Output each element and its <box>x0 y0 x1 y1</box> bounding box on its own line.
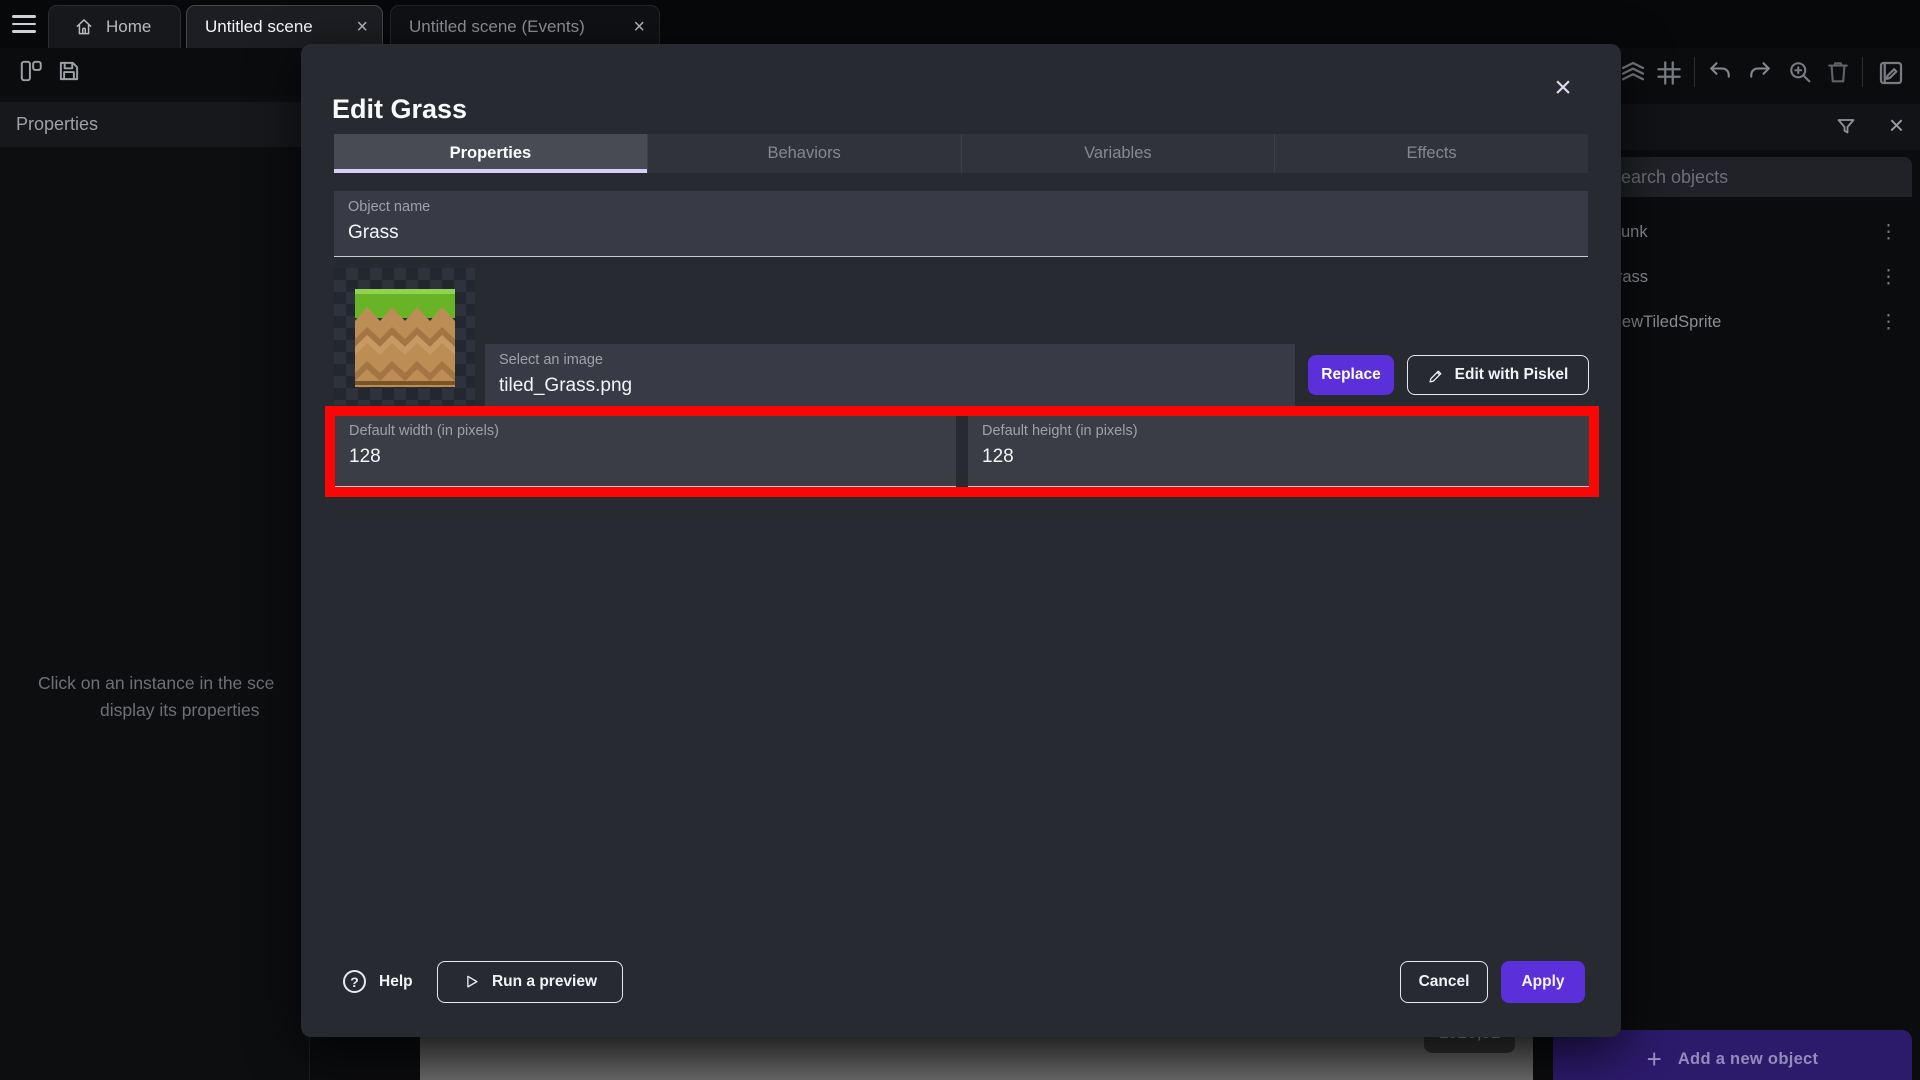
apply-label: Apply <box>1521 973 1564 991</box>
default-height-value: 128 <box>982 446 1575 468</box>
app-window: Home Untitled scene × Untitled scene (Ev… <box>0 0 1920 1080</box>
add-object-label: Add a new object <box>1678 1050 1818 1069</box>
tab-untitled-scene-events[interactable]: Untitled scene (Events) × <box>390 5 660 48</box>
trash-icon[interactable] <box>1824 58 1852 86</box>
zoom-in-icon[interactable] <box>1786 58 1814 86</box>
close-tab-icon[interactable]: × <box>356 17 368 37</box>
run-preview-button[interactable]: Run a preview <box>437 961 623 1003</box>
kebab-menu-icon[interactable]: ⋮ <box>1879 311 1898 334</box>
add-new-object-button[interactable]: + Add a new object <box>1553 1030 1912 1080</box>
replace-label: Replace <box>1321 366 1380 384</box>
object-name-label: Object name <box>348 199 1574 215</box>
play-icon <box>463 973 481 991</box>
edit-with-piskel-button[interactable]: Edit with Piskel <box>1407 355 1589 395</box>
default-width-field[interactable]: Default width (in pixels) 128 <box>335 416 956 487</box>
cancel-button[interactable]: Cancel <box>1400 961 1488 1003</box>
tab-effects[interactable]: Effects <box>1274 134 1588 173</box>
search-objects-input[interactable] <box>1595 157 1912 197</box>
default-height-field[interactable]: Default height (in pixels) 128 <box>968 416 1589 487</box>
properties-panel: Properties Click on an instance in the s… <box>0 96 310 1080</box>
help-button[interactable]: ? Help <box>343 970 413 993</box>
hamburger-menu-icon[interactable] <box>12 15 36 33</box>
empty-state-text: display its properties <box>100 700 260 721</box>
pencil-icon <box>1428 367 1445 384</box>
grid-icon[interactable] <box>1654 58 1682 86</box>
select-image-value: tiled_Grass.png <box>499 375 1281 397</box>
plus-icon: + <box>1647 1046 1662 1072</box>
question-icon: ? <box>343 970 366 993</box>
redo-icon[interactable] <box>1746 58 1774 86</box>
edit-note-icon[interactable] <box>1876 58 1904 86</box>
object-item-label: NewTiledSprite <box>1610 313 1721 332</box>
properties-panel-header: Properties <box>0 102 310 147</box>
toolbar-divider <box>1862 57 1863 87</box>
tab-events-label: Untitled scene (Events) <box>409 17 585 37</box>
image-thumbnail[interactable] <box>334 268 475 405</box>
empty-state-text: Click on an instance in the sce <box>38 673 274 694</box>
tutorial-highlight-box: Default width (in pixels) 128 Default he… <box>325 406 1599 497</box>
save-icon[interactable] <box>56 58 84 86</box>
default-width-label: Default width (in pixels) <box>349 423 942 439</box>
grass-tile-image <box>355 287 455 387</box>
select-image-label: Select an image <box>499 352 1281 368</box>
close-tab-icon[interactable]: × <box>633 17 645 37</box>
tab-scene-label: Untitled scene <box>205 17 313 37</box>
layers-icon[interactable] <box>1618 58 1646 86</box>
apply-button[interactable]: Apply <box>1501 961 1585 1003</box>
tab-properties[interactable]: Properties <box>334 134 647 173</box>
close-panel-icon[interactable]: × <box>1889 110 1904 141</box>
close-dialog-icon[interactable]: × <box>1541 66 1585 110</box>
properties-panel-title: Properties <box>16 114 98 135</box>
object-name-value: Grass <box>348 222 1574 244</box>
piskel-label: Edit with Piskel <box>1455 366 1569 384</box>
replace-button[interactable]: Replace <box>1308 355 1394 395</box>
top-bar: Home Untitled scene × Untitled scene (Ev… <box>0 0 1920 48</box>
project-manager-icon[interactable] <box>18 58 46 86</box>
dialog-title: Edit Grass <box>332 94 467 125</box>
kebab-menu-icon[interactable]: ⋮ <box>1879 266 1898 289</box>
default-width-value: 128 <box>349 446 942 468</box>
cancel-label: Cancel <box>1419 973 1470 991</box>
default-height-label: Default height (in pixels) <box>982 423 1575 439</box>
run-preview-label: Run a preview <box>492 973 597 991</box>
tab-home-label: Home <box>106 17 151 37</box>
tab-untitled-scene[interactable]: Untitled scene × <box>186 5 383 48</box>
filter-icon[interactable] <box>1834 115 1858 139</box>
tab-behaviors[interactable]: Behaviors <box>647 134 961 173</box>
tab-home[interactable]: Home <box>48 5 181 48</box>
select-image-field[interactable]: Select an image tiled_Grass.png <box>485 344 1295 410</box>
kebab-menu-icon[interactable]: ⋮ <box>1879 221 1898 244</box>
object-name-field[interactable]: Object name Grass <box>334 191 1588 257</box>
help-label: Help <box>379 973 413 991</box>
home-icon <box>74 17 94 37</box>
dialog-tab-bar: Properties Behaviors Variables Effects <box>334 134 1588 173</box>
undo-icon[interactable] <box>1706 58 1734 86</box>
edit-object-dialog: Edit Grass × Properties Behaviors Variab… <box>301 44 1621 1037</box>
toolbar-divider <box>1694 57 1695 87</box>
tab-variables[interactable]: Variables <box>961 134 1275 173</box>
